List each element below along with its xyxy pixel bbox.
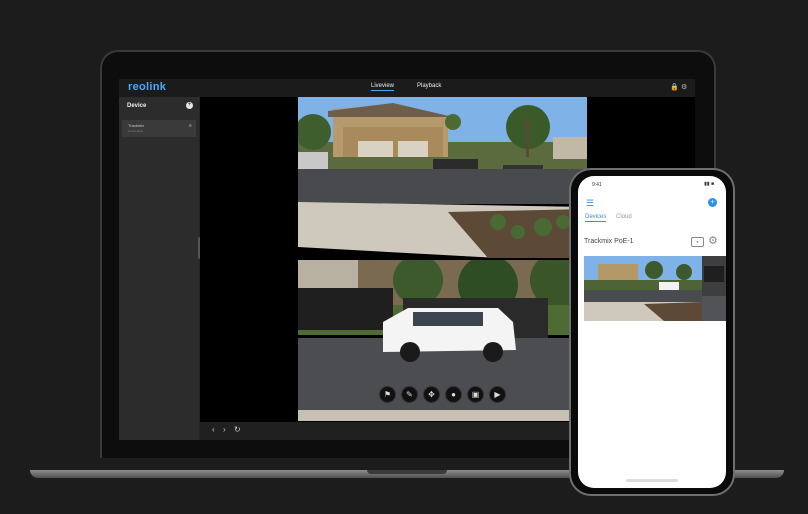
camera-feed-wide-image — [298, 97, 587, 258]
device-gear-icon[interactable]: ⚙ — [708, 234, 718, 247]
lock-icon[interactable]: 🔒 — [670, 83, 679, 91]
chevron-left-icon[interactable]: ‹ — [212, 425, 215, 434]
device-sidebar: Device + Trackmix Connected ⚙ — [119, 97, 199, 440]
camera-icon[interactable]: ● — [691, 237, 704, 247]
record-icon[interactable]: ▶ — [489, 386, 506, 403]
menu-icon[interactable]: ☰ — [586, 198, 594, 209]
status-time: 9:41 — [592, 182, 602, 188]
gear-icon[interactable]: ⚙ — [681, 83, 687, 91]
device-item-status: Connected — [128, 129, 143, 133]
add-device-icon[interactable]: + — [186, 102, 193, 109]
camera-feed-wide[interactable] — [298, 97, 587, 258]
device-name: Trackmix PoE-1 — [584, 238, 634, 245]
camera-feed-tele-image — [298, 260, 587, 421]
laptop-notch — [367, 470, 447, 474]
device-item-name: Trackmix — [128, 123, 145, 128]
tab-cloud[interactable]: Cloud — [616, 214, 632, 220]
app-header: reolink Liveview Playback 🔒 ⚙ — [119, 79, 695, 97]
pen-icon[interactable]: ✎ — [401, 386, 418, 403]
sidebar-title: Device — [127, 103, 147, 109]
sidebar-item-trackmix[interactable]: Trackmix Connected ⚙ — [122, 120, 196, 137]
refresh-icon[interactable]: ↻ — [234, 425, 241, 434]
status-bar-icons: ▮▮ ■ — [704, 181, 714, 187]
device-settings-icon[interactable]: ⚙ — [188, 123, 192, 128]
reolink-logo: reolink — [128, 81, 167, 93]
tab-liveview[interactable]: Liveview — [371, 83, 395, 91]
ptz-icon[interactable]: ✥ — [423, 386, 440, 403]
phone-camera-preview[interactable] — [584, 256, 726, 321]
snapshot-icon[interactable]: ▣ — [467, 386, 484, 403]
home-indicator — [626, 479, 678, 482]
tab-devices[interactable]: Devices — [585, 214, 607, 222]
mobile-app-screen: 9:41 ▮▮ ■ ☰ + Devices Cloud Trackmix PoE… — [578, 176, 726, 488]
bell-icon[interactable]: ⚑ — [379, 386, 396, 403]
add-device-plus-icon[interactable]: + — [708, 198, 717, 207]
chevron-right-icon[interactable]: › — [223, 425, 226, 434]
camera-feed-tele[interactable] — [298, 260, 587, 421]
phone-camera-preview-image — [584, 256, 726, 321]
tab-playback[interactable]: Playback — [417, 83, 441, 89]
microphone-icon[interactable]: ● — [445, 386, 462, 403]
